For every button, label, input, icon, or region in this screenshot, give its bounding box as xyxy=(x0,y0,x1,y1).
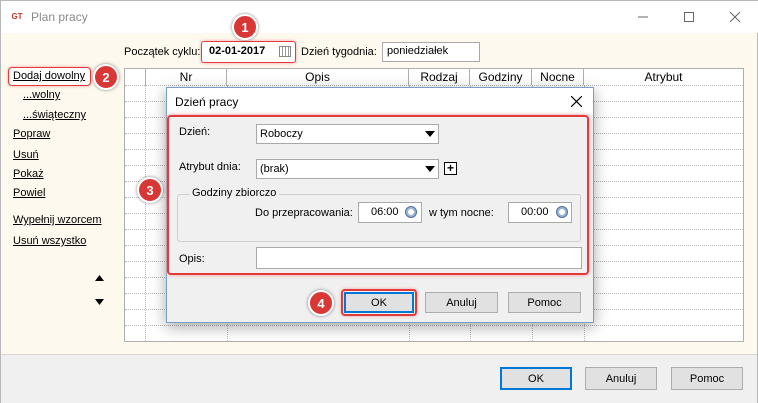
work-day-dialog: Dzień pracy Dzień: Roboczy Atrybut dnia:… xyxy=(166,87,594,323)
triangle-up-icon xyxy=(94,275,104,281)
app-logo-icon: GT xyxy=(11,12,23,21)
calendar-icon[interactable] xyxy=(279,46,291,57)
attribute-label: Atrybut dnia: xyxy=(179,161,241,173)
window-title: Plan pracy xyxy=(31,10,88,24)
move-down-button[interactable] xyxy=(92,295,106,309)
annotation-badge-1: 1 xyxy=(232,14,258,40)
column-header-rodzaj[interactable]: Rodzaj xyxy=(409,69,470,85)
add-free-link[interactable]: ...wolny xyxy=(23,89,60,101)
repeat-link[interactable]: Powiel xyxy=(13,187,45,199)
annotation-badge-3: 3 xyxy=(137,177,163,203)
attribute-select[interactable]: (brak) xyxy=(256,159,439,179)
work-hours-value: 06:00 xyxy=(371,206,399,218)
dialog-help-button[interactable]: Pomoc xyxy=(508,292,581,313)
day-select[interactable]: Roboczy xyxy=(256,124,439,144)
clock-icon[interactable] xyxy=(405,206,417,218)
grid-row-line xyxy=(125,325,743,326)
weekday-label: Dzień tygodnia: xyxy=(301,46,377,58)
maximize-button[interactable] xyxy=(667,1,711,33)
chevron-down-icon xyxy=(425,131,435,137)
dialog-title-bar: Dzień pracy xyxy=(167,88,593,114)
clock-icon[interactable] xyxy=(556,206,568,218)
minimize-button[interactable] xyxy=(621,1,665,33)
move-up-button[interactable] xyxy=(92,271,106,285)
maximize-icon xyxy=(684,12,694,22)
edit-link[interactable]: Popraw xyxy=(13,128,50,140)
grid-row-line xyxy=(125,85,743,86)
fill-pattern-link[interactable]: Wypełnij wzorcem xyxy=(13,214,102,226)
start-date-label: Początek cyklu: xyxy=(124,46,201,58)
delete-link[interactable]: Usuń xyxy=(13,149,39,161)
show-link[interactable]: Pokaż xyxy=(13,168,44,180)
add-attribute-button[interactable]: + xyxy=(444,162,457,175)
minimize-icon xyxy=(638,16,648,18)
weekday-field: poniedziałek xyxy=(382,42,480,62)
description-label: Opis: xyxy=(179,253,205,265)
night-hours-value: 00:00 xyxy=(521,206,549,218)
column-header-opis[interactable]: Opis xyxy=(227,69,409,85)
help-button[interactable]: Pomoc xyxy=(671,367,743,390)
description-input[interactable] xyxy=(256,247,582,269)
annotation-badge-2: 2 xyxy=(93,64,119,90)
main-window: GT Plan pracy Początek cyklu: 02-01-2017… xyxy=(0,0,758,403)
ok-button[interactable]: OK xyxy=(500,367,572,390)
column-header-nr[interactable]: Nr xyxy=(145,69,227,85)
chevron-down-icon xyxy=(425,166,435,172)
night-hours-label: w tym nocne: xyxy=(429,207,494,219)
column-header-nocne[interactable]: Nocne xyxy=(532,69,584,85)
dialog-cancel-button[interactable]: Anuluj xyxy=(425,292,498,313)
dialog-ok-button[interactable]: OK xyxy=(344,292,414,313)
column-header-atrybut[interactable]: Atrybut xyxy=(584,69,743,85)
day-label: Dzień: xyxy=(179,126,211,138)
add-holiday-link[interactable]: ...świąteczny xyxy=(23,109,86,121)
close-button[interactable] xyxy=(713,1,757,33)
annotation-badge-4: 4 xyxy=(308,290,334,316)
triangle-down-icon xyxy=(94,299,104,305)
attribute-select-value: (brak) xyxy=(260,163,289,175)
start-date-value: 02-01-2017 xyxy=(209,45,266,57)
close-icon xyxy=(730,12,740,22)
dialog-title: Dzień pracy xyxy=(175,95,239,109)
dialog-close-button[interactable] xyxy=(565,91,587,111)
work-hours-label: Do przepracowania: xyxy=(255,207,353,219)
total-hours-group-title: Godziny zbiorczo xyxy=(189,187,280,199)
cancel-button[interactable]: Anuluj xyxy=(585,367,657,390)
grid-column-line xyxy=(145,85,146,341)
day-select-value: Roboczy xyxy=(260,128,303,140)
delete-all-link[interactable]: Usuń wszystko xyxy=(13,235,86,247)
column-header-godziny[interactable]: Godziny xyxy=(470,69,532,85)
add-any-link[interactable]: Dodaj dowolny xyxy=(13,70,85,82)
close-icon xyxy=(570,95,582,107)
title-bar: GT Plan pracy xyxy=(1,1,758,33)
